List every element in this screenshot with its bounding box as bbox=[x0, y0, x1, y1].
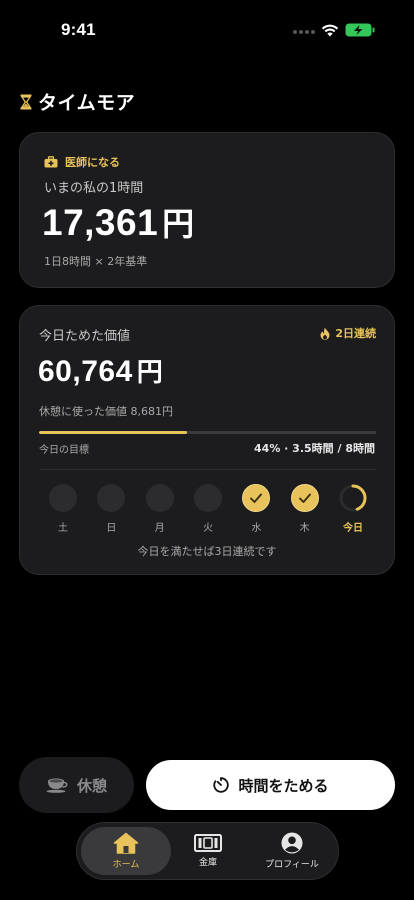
day-label: 月 bbox=[154, 523, 165, 534]
streak-label: 2日連続 bbox=[335, 327, 376, 340]
hourly-value: 17,361 円 bbox=[42, 199, 195, 245]
day-item: 火 bbox=[193, 484, 223, 534]
status-time: 9:41 bbox=[61, 20, 96, 39]
flame-icon bbox=[320, 327, 330, 340]
day-item: 日 bbox=[96, 484, 126, 534]
app-title: タイムモア bbox=[38, 92, 136, 114]
hourly-value-amount: 17,361 bbox=[42, 202, 159, 243]
tab-home-label: ホーム bbox=[112, 860, 140, 870]
day-item: 水 bbox=[241, 484, 271, 534]
today-card: 今日ためた価値 2日連続 60,764 円 休憩に使った価値 8,681円 今日の… bbox=[19, 305, 395, 575]
hourly-value-unit: 円 bbox=[162, 205, 195, 243]
today-label: 今日ためた価値 bbox=[39, 329, 131, 344]
checkmark-icon bbox=[250, 493, 263, 503]
home-icon bbox=[113, 832, 139, 854]
day-item: 今日 bbox=[338, 484, 368, 534]
break-button-label: 休憩 bbox=[76, 776, 107, 795]
day-empty-circle bbox=[193, 484, 222, 512]
day-item: 木 bbox=[290, 484, 320, 534]
safe-icon bbox=[194, 834, 222, 852]
medical-bag-icon bbox=[44, 156, 58, 168]
day-today-progress-ring bbox=[339, 484, 367, 512]
streak-badge: 2日連続 bbox=[320, 325, 376, 341]
day-label: 火 bbox=[202, 523, 213, 534]
goal-card[interactable]: 医師になる いまの私の1時間 17,361 円 1日8時間 × 2年基準 bbox=[19, 132, 395, 288]
day-empty-circle bbox=[97, 484, 126, 512]
timer-icon bbox=[213, 777, 230, 793]
streak-hint: 今日を満たせば3日連続です bbox=[137, 545, 277, 558]
today-value: 60,764 円 bbox=[38, 352, 163, 389]
divider bbox=[39, 469, 376, 470]
day-empty-circle bbox=[145, 484, 174, 512]
wifi-icon bbox=[321, 24, 339, 37]
status-bar: 9:41 bbox=[0, 0, 414, 60]
break-used-value: 休憩に使った価値 8,681円 bbox=[39, 405, 173, 418]
goal-tag-label: 医師になる bbox=[65, 156, 120, 169]
tab-profile-label: プロフィール bbox=[265, 860, 319, 870]
goal-subtitle: いまの私の1時間 bbox=[44, 181, 144, 196]
tab-profile[interactable]: プロフィール bbox=[247, 827, 337, 875]
day-empty-circle bbox=[49, 484, 77, 512]
battery-charging-icon bbox=[345, 23, 375, 37]
tab-home[interactable]: ホーム bbox=[81, 827, 171, 875]
day-complete-circle bbox=[242, 484, 271, 512]
tab-bar: ホーム 金庫 プロフィール bbox=[76, 822, 339, 880]
break-button[interactable]: 休憩 bbox=[19, 757, 134, 813]
day-item: 土 bbox=[48, 484, 78, 534]
day-label: 日 bbox=[106, 523, 117, 534]
daily-goal-label: 今日の目標 bbox=[39, 445, 89, 456]
profile-icon bbox=[281, 832, 303, 854]
day-item: 月 bbox=[145, 484, 175, 534]
today-value-amount: 60,764 bbox=[38, 355, 133, 388]
day-label: 土 bbox=[58, 523, 68, 534]
goal-basis: 1日8時間 × 2年基準 bbox=[44, 255, 148, 268]
checkmark-icon bbox=[298, 493, 311, 503]
hourglass-icon bbox=[20, 94, 32, 109]
app-header: タイムモア bbox=[20, 88, 135, 115]
start-timer-label: 時間をためる bbox=[238, 776, 329, 795]
tab-safe[interactable]: 金庫 bbox=[165, 827, 251, 875]
coffee-cup-icon bbox=[46, 778, 68, 793]
cellular-signal-icon bbox=[293, 30, 315, 34]
weekly-streak-tracker: 土 日 月 火 水 木 今日 bbox=[48, 484, 368, 534]
tab-safe-label: 金庫 bbox=[198, 858, 217, 868]
daily-goal-stat: 44% · 3.5時間 / 8時間 bbox=[254, 442, 375, 455]
day-label: 木 bbox=[299, 523, 310, 534]
day-complete-circle bbox=[290, 484, 319, 512]
day-label: 水 bbox=[251, 523, 262, 534]
today-value-unit: 円 bbox=[136, 358, 164, 388]
start-timer-button[interactable]: 時間をためる bbox=[146, 760, 395, 810]
daily-goal-progress-bar bbox=[39, 431, 376, 434]
daily-goal-progress-fill bbox=[39, 431, 188, 434]
goal-tag: 医師になる bbox=[44, 154, 120, 170]
day-label: 今日 bbox=[342, 523, 363, 534]
